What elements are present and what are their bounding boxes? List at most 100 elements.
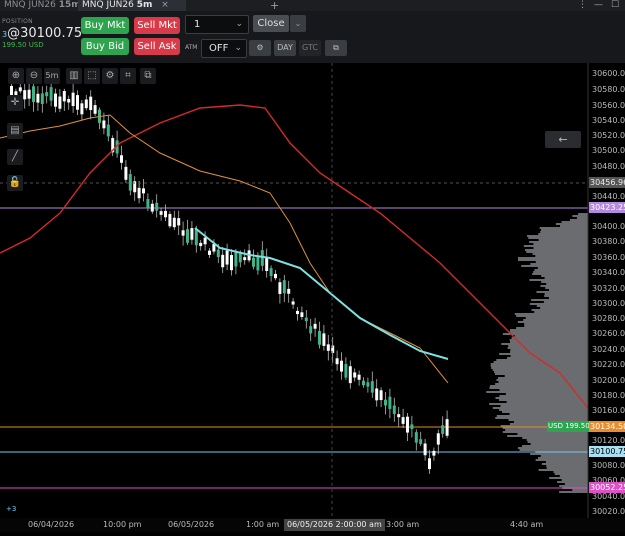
price-axis-label: 30020.00 [592,507,625,516]
close-position-button[interactable]: Close [253,15,289,32]
volume-profile-bar [498,399,588,401]
candle-body [274,273,277,279]
sell-ask-button[interactable]: Sell Ask [134,38,180,55]
copy-chart-icon[interactable]: ⧉ [140,68,156,84]
volume-profile-bar [541,275,588,277]
volume-profile-bar [532,273,588,275]
volume-profile-bar [509,331,588,333]
volume-profile-bar [509,413,588,415]
sell-market-button[interactable]: Sell Mkt [134,17,180,34]
volume-profile-bar [502,333,588,335]
pnl-tag: USD 199.50 [547,421,591,432]
candle-body [379,390,383,401]
tif-day-button[interactable]: DAY [274,40,296,56]
timeframe-button[interactable]: 5m [44,68,60,84]
zoom-out-icon[interactable]: ⊖ [26,68,42,84]
tab-mnq-15m[interactable]: MNQ JUN26 15m [0,0,81,11]
price-axis-label: 30120.00 [592,436,625,445]
close-tab-icon[interactable]: × [161,0,169,10]
candle-body [40,93,44,105]
candle-body [177,218,181,226]
volume-profile-bar [532,253,588,255]
order-link-icon[interactable]: ⧉ [325,40,347,56]
zoom-in-icon[interactable]: ⊕ [8,68,24,84]
candle-body [344,364,348,378]
candle-body [142,188,145,194]
candle-body [384,399,387,406]
price-axis-label: 30280.00 [592,314,625,323]
template-icon[interactable]: ▤ [7,123,23,139]
candle-body [181,230,185,236]
volume-profile-bar [496,379,588,381]
chart-settings-icon[interactable]: ⚙ [102,68,118,84]
volume-profile-bar [559,485,588,487]
close-options-chevron-icon[interactable]: ⌄ [290,15,306,32]
select-region-icon[interactable]: ⬚ [84,68,100,84]
candle-body [428,458,431,470]
candle-body [419,439,423,445]
window-menu-icon[interactable]: ⋮ [578,0,587,11]
indicators-icon[interactable]: ⌗ [120,68,136,84]
chart-area[interactable]: ⊕ ⊖ 5m ▥ ⬚ ⚙ ⌗ ⧉ ✛ ▤ ╱ 🔓 ← +3 30600.00 30… [0,63,625,532]
volume-profile-bar [540,231,588,233]
volume-profile-bar [516,327,588,329]
price-axis-label: 30200.00 [592,376,625,385]
candle-body [137,187,141,199]
volume-profile-bar [533,243,588,245]
volume-profile-bar [510,351,588,353]
volume-profile-bar [517,433,588,435]
buy-market-button[interactable]: Buy Mkt [81,17,129,34]
candle-body [186,229,189,243]
price-chart[interactable] [0,63,625,532]
candle-body [313,323,317,329]
volume-profile-bar [519,449,588,451]
volume-profile-bar [501,343,588,345]
candle-body [340,360,343,372]
candle-body [282,280,286,294]
price-axis-label: 30600.00 [592,69,625,78]
candle-body [445,419,449,436]
atm-settings-gear-icon[interactable]: ⚙ [249,40,271,56]
quantity-value: 1 [194,19,201,30]
price-axis-label: 30240.00 [592,345,625,354]
position-label: POSITION [2,18,33,25]
volume-profile-bar [526,251,588,253]
volume-profile-bar [560,225,588,227]
candle-body [80,103,84,115]
volume-profile-bar [526,439,588,441]
price-axis-label: 30440.00 [592,192,625,201]
chevron-down-icon: ⌄ [234,43,242,53]
candle-body [410,424,414,430]
volume-profile-bar [495,417,588,419]
candle-body [234,252,238,267]
lock-icon[interactable]: 🔓 [7,175,23,191]
atm-select[interactable]: OFF ⌄ [201,39,247,58]
candle-body [168,214,172,227]
volume-profile-bar [539,227,588,229]
candle-body [208,250,211,255]
candle-body [150,203,154,212]
tab-symbol: MNQ JUN26 [4,0,56,10]
candle-body [370,381,374,393]
tab-mnq-5m[interactable]: MNQ JUN26 5m × [78,0,186,11]
tif-gtc-button[interactable]: GTC [299,40,321,56]
buy-bid-button[interactable]: Buy Bid [81,38,129,55]
volume-profile-bar [572,489,588,491]
crosshair-tool-icon[interactable]: ✛ [7,95,23,111]
add-tab-icon[interactable]: + [270,0,279,11]
maximize-icon[interactable]: ☐ [611,0,619,11]
volume-profile-bar [493,371,588,373]
volume-profile-bar [517,259,588,261]
volume-profile-bar [510,341,588,343]
scroll-to-latest-arrow-icon[interactable]: ← [545,131,581,148]
volume-profile-bar [492,369,588,371]
bar-type-icon[interactable]: ▥ [66,68,82,84]
draw-line-icon[interactable]: ╱ [7,149,23,165]
volume-profile-bar [576,217,588,219]
candle-body [326,344,330,351]
candle-body [318,330,321,345]
candle-body [441,425,445,434]
minimize-icon[interactable]: — [594,0,603,11]
quantity-select[interactable]: 1 ⌄ [185,15,249,34]
volume-profile-bar [493,361,588,363]
